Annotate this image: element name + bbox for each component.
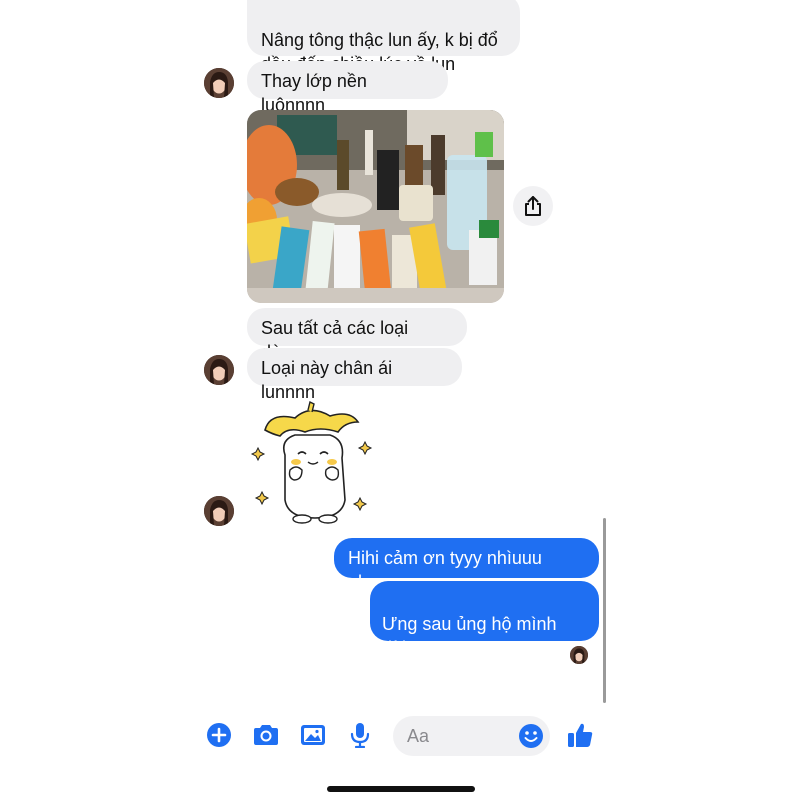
message-incoming-1[interactable]: Nâng tông thậc lun ấy, k bị đổ dầu đến c…: [247, 0, 520, 74]
skincare-products-photo: [247, 110, 504, 303]
photo-message[interactable]: [247, 110, 504, 303]
plus-button[interactable]: [204, 720, 234, 750]
camera-button[interactable]: [251, 720, 281, 750]
message-composer[interactable]: [393, 716, 550, 756]
message-input[interactable]: [407, 725, 507, 747]
emoji-icon: [519, 724, 543, 748]
avatar[interactable]: [204, 355, 234, 385]
message-text: Thay lớp nền luônnnn: [261, 71, 367, 115]
scrollbar[interactable]: [603, 518, 606, 703]
message-incoming-2[interactable]: Thay lớp nền luônnnn: [247, 61, 448, 115]
emoji-button[interactable]: [518, 723, 544, 749]
message-text: Ưng sau ủng hộ mình dài dài nhaaa: [382, 614, 557, 682]
avatar[interactable]: [204, 496, 234, 526]
home-indicator: [327, 786, 475, 792]
message-outgoing-1[interactable]: Hihi cảm ơn tyyy nhìuuu nhaa: [334, 538, 599, 592]
avatar[interactable]: [204, 68, 234, 98]
share-button[interactable]: [513, 186, 553, 226]
microphone-icon: [350, 723, 370, 748]
message-incoming-3[interactable]: Sau tất cả các loại dùng: [247, 308, 467, 362]
message-incoming-4[interactable]: Loại này chân ái lunnnn: [247, 348, 462, 402]
seen-receipt-avatar: [570, 646, 588, 664]
message-text: Loại này chân ái lunnnn: [261, 358, 393, 402]
thumbs-up-icon: [568, 723, 593, 747]
sticker-message[interactable]: [250, 400, 380, 525]
microphone-button[interactable]: [345, 720, 375, 750]
gallery-button[interactable]: [298, 720, 328, 750]
message-outgoing-2[interactable]: Ưng sau ủng hộ mình dài dài nhaaa: [370, 581, 599, 682]
plus-circle-icon: [207, 723, 231, 747]
banana-hat-cat-sticker: [250, 400, 373, 524]
avatar-image: [204, 496, 234, 526]
camera-icon: [254, 725, 278, 745]
image-icon: [301, 725, 325, 745]
share-icon: [525, 196, 541, 216]
avatar-image: [204, 68, 234, 98]
avatar-image: [570, 646, 588, 664]
like-button[interactable]: [565, 720, 595, 750]
avatar-image: [204, 355, 234, 385]
